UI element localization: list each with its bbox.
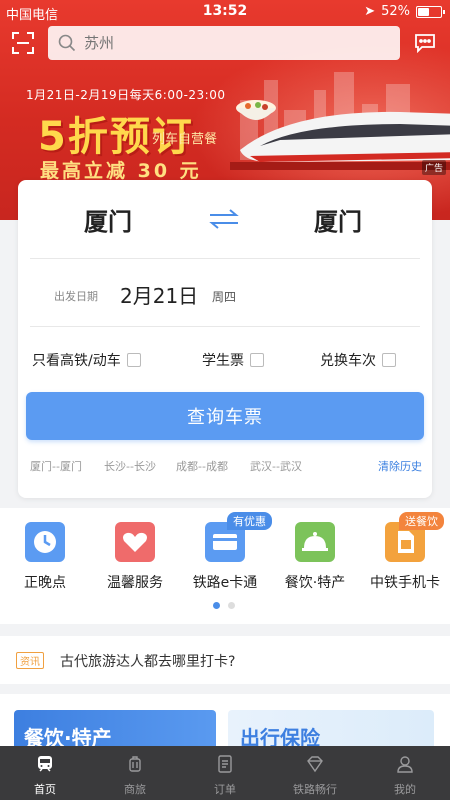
message-icon[interactable] bbox=[414, 33, 436, 53]
ticket-booking-card: 厦门 厦门 出发日期 2月21日 周四 只看高铁/动车 学生票 兑换车次 查询车… bbox=[18, 180, 432, 498]
tab-business-travel[interactable]: 商旅 bbox=[90, 746, 180, 800]
service-delay-status[interactable]: 正晚点 bbox=[0, 522, 90, 592]
heart-icon bbox=[115, 522, 155, 562]
high-speed-checkbox[interactable] bbox=[126, 353, 141, 367]
search-tickets-button[interactable]: 查询车票 bbox=[26, 392, 424, 440]
battery-icon bbox=[416, 5, 445, 18]
history-item[interactable]: 厦门--厦门 bbox=[30, 458, 82, 474]
search-bar[interactable] bbox=[48, 26, 400, 60]
history-item[interactable]: 成都--成都 bbox=[176, 458, 228, 474]
weekday: 周四 bbox=[212, 290, 237, 304]
page-dot-active bbox=[213, 602, 220, 609]
divider bbox=[30, 258, 420, 259]
gift-badge: 送餐饮 bbox=[399, 512, 444, 530]
status-bar: 中国电信 13:52 ➤ 52% bbox=[0, 0, 450, 24]
news-bar[interactable]: 资讯 古代旅游达人都去哪里打卡? bbox=[0, 636, 450, 684]
promo-discount: 最高立减 30 元 bbox=[40, 160, 202, 182]
departure-station[interactable]: 厦门 bbox=[84, 202, 132, 237]
departure-date-row[interactable]: 出发日期 2月21日 周四 bbox=[18, 278, 432, 308]
clear-history-link[interactable]: 清除历史 bbox=[378, 458, 422, 474]
news-headline[interactable]: 古代旅游达人都去哪里打卡? bbox=[60, 651, 235, 671]
divider bbox=[30, 326, 420, 327]
dish-icon bbox=[295, 522, 335, 562]
bottom-tab-bar: 首页 商旅 订单 铁路畅行 我的 bbox=[0, 746, 450, 800]
history-item[interactable]: 武汉--武汉 bbox=[250, 458, 302, 474]
service-food[interactable]: 餐饮·特产 bbox=[270, 522, 360, 592]
tab-profile[interactable]: 我的 bbox=[360, 746, 450, 800]
card-icon: 有优惠 bbox=[205, 512, 272, 562]
promo-cards: 餐饮·特产 出行保险 bbox=[0, 694, 450, 760]
promo-date-line: 1月21日-2月19日每天6:00-23:00 bbox=[26, 88, 226, 102]
page-dot bbox=[228, 602, 235, 609]
departure-date[interactable]: 2月21日 bbox=[120, 280, 198, 309]
news-badge: 资讯 bbox=[16, 652, 44, 669]
user-icon bbox=[397, 756, 413, 773]
student-checkbox[interactable] bbox=[250, 353, 264, 367]
student-ticket-option[interactable]: 学生票 bbox=[202, 350, 264, 370]
tab-railway-pass[interactable]: 铁路畅行 bbox=[270, 746, 360, 800]
battery-percent: 52% bbox=[381, 4, 410, 19]
ticket-options: 只看高铁/动车 学生票 兑换车次 bbox=[18, 350, 432, 372]
promo-subtitle: 列车自营餐 bbox=[152, 132, 218, 147]
discount-badge: 有优惠 bbox=[227, 512, 272, 530]
exchange-checkbox[interactable] bbox=[382, 353, 396, 367]
page-indicator bbox=[213, 602, 235, 609]
service-ecard[interactable]: 有优惠 铁路e卡通 bbox=[180, 512, 272, 592]
service-sim-card[interactable]: 送餐饮 中铁手机卡 bbox=[360, 512, 450, 592]
train-icon bbox=[38, 756, 52, 772]
service-care[interactable]: 温馨服务 bbox=[90, 522, 180, 592]
date-label: 出发日期 bbox=[54, 290, 98, 303]
search-icon bbox=[58, 34, 76, 52]
exchange-train-option[interactable]: 兑换车次 bbox=[320, 350, 396, 370]
swap-stations-icon[interactable] bbox=[206, 208, 242, 230]
search-history: 厦门--厦门 长沙--长沙 成都--成都 武汉--武汉 清除历史 bbox=[30, 458, 422, 474]
arrival-station[interactable]: 厦门 bbox=[314, 202, 362, 237]
clock-icon bbox=[25, 522, 65, 562]
high-speed-only-option[interactable]: 只看高铁/动车 bbox=[32, 350, 141, 370]
search-input[interactable] bbox=[84, 34, 384, 52]
train-image bbox=[230, 111, 450, 170]
diamond-icon bbox=[307, 756, 323, 773]
luggage-icon bbox=[129, 756, 141, 772]
history-item[interactable]: 长沙--长沙 bbox=[104, 458, 156, 474]
ad-badge: 广告 bbox=[421, 160, 446, 175]
scan-icon[interactable] bbox=[12, 32, 34, 54]
sim-icon: 送餐饮 bbox=[385, 512, 444, 562]
location-icon: ➤ bbox=[364, 4, 376, 19]
tab-home[interactable]: 首页 bbox=[0, 746, 90, 800]
home-page: 中国电信 13:52 ➤ 52% 1月21日-2月19日每天6:00-23:00… bbox=[0, 0, 450, 800]
tab-orders[interactable]: 订单 bbox=[180, 746, 270, 800]
order-icon bbox=[218, 755, 232, 773]
